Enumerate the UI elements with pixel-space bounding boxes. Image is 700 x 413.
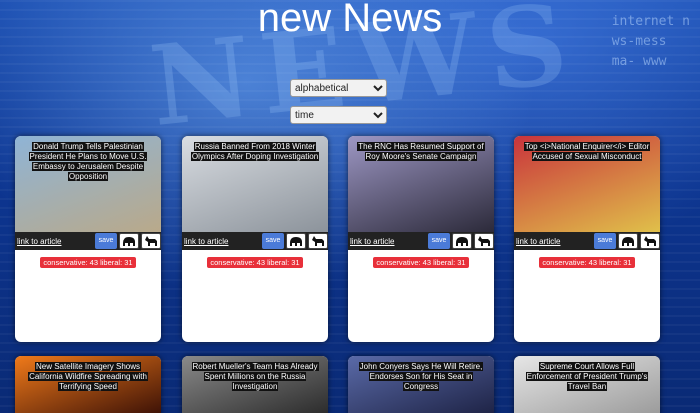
article-headline[interactable]: Russia Banned From 2018 Winter Olympics … bbox=[186, 142, 324, 162]
time-select[interactable]: time bbox=[290, 106, 387, 124]
article-headline[interactable]: Robert Mueller's Team Has Already Spent … bbox=[186, 362, 324, 392]
article-headline[interactable]: The RNC Has Resumed Support of Roy Moore… bbox=[352, 142, 490, 162]
article-thumbnail[interactable]: Robert Mueller's Team Has Already Spent … bbox=[182, 356, 328, 413]
article-link[interactable]: link to article bbox=[350, 237, 426, 246]
article-headline[interactable]: John Conyers Says He Will Retire, Endors… bbox=[352, 362, 490, 392]
article-actions: link to article save bbox=[15, 232, 161, 250]
article-headline[interactable]: Supreme Court Allows Full Enforcement of… bbox=[518, 362, 656, 392]
article-thumbnail[interactable]: Top <i>National Enquirer</i> Editor Accu… bbox=[514, 136, 660, 232]
elephant-icon[interactable] bbox=[452, 233, 472, 249]
article-link[interactable]: link to article bbox=[184, 237, 260, 246]
article-card: Top <i>National Enquirer</i> Editor Accu… bbox=[514, 136, 660, 342]
filter-controls: alphabetical time bbox=[290, 79, 387, 133]
donkey-icon[interactable] bbox=[474, 233, 494, 249]
article-thumbnail[interactable]: The RNC Has Resumed Support of Roy Moore… bbox=[348, 136, 494, 232]
save-button[interactable]: save bbox=[428, 233, 450, 249]
bias-score-badge: conservative: 43 liberal: 31 bbox=[373, 257, 469, 268]
article-thumbnail[interactable]: Donald Trump Tells Palestinian President… bbox=[15, 136, 161, 232]
article-card: Supreme Court Allows Full Enforcement of… bbox=[514, 356, 660, 413]
donkey-icon[interactable] bbox=[308, 233, 328, 249]
bias-score: conservative: 43 liberal: 31 bbox=[514, 250, 660, 270]
donkey-icon[interactable] bbox=[141, 233, 161, 249]
bias-score-badge: conservative: 43 liberal: 31 bbox=[207, 257, 303, 268]
article-actions: link to article save bbox=[514, 232, 660, 250]
donkey-icon[interactable] bbox=[640, 233, 660, 249]
sort-select[interactable]: alphabetical bbox=[290, 79, 387, 97]
ticker-line: ma- www bbox=[611, 54, 667, 69]
article-card: The RNC Has Resumed Support of Roy Moore… bbox=[348, 136, 494, 342]
article-thumbnail[interactable]: John Conyers Says He Will Retire, Endors… bbox=[348, 356, 494, 413]
article-card: Donald Trump Tells Palestinian President… bbox=[15, 136, 161, 342]
article-thumbnail[interactable]: New Satellite Imagery Shows California W… bbox=[15, 356, 161, 413]
page-title: new News bbox=[257, 0, 443, 40]
save-button[interactable]: save bbox=[594, 233, 616, 249]
article-card: Robert Mueller's Team Has Already Spent … bbox=[182, 356, 328, 413]
bias-score-badge: conservative: 43 liberal: 31 bbox=[539, 257, 635, 268]
save-button[interactable]: save bbox=[262, 233, 284, 249]
article-card: John Conyers Says He Will Retire, Endors… bbox=[348, 356, 494, 413]
article-link[interactable]: link to article bbox=[516, 237, 592, 246]
article-headline[interactable]: Top <i>National Enquirer</i> Editor Accu… bbox=[518, 142, 656, 162]
article-headline[interactable]: Donald Trump Tells Palestinian President… bbox=[19, 142, 157, 182]
elephant-icon[interactable] bbox=[286, 233, 306, 249]
article-actions: link to article save bbox=[348, 232, 494, 250]
save-button[interactable]: save bbox=[95, 233, 117, 249]
article-thumbnail[interactable]: Russia Banned From 2018 Winter Olympics … bbox=[182, 136, 328, 232]
bias-score: conservative: 43 liberal: 31 bbox=[15, 250, 161, 270]
article-card: Russia Banned From 2018 Winter Olympics … bbox=[182, 136, 328, 342]
article-actions: link to article save bbox=[182, 232, 328, 250]
bias-score: conservative: 43 liberal: 31 bbox=[182, 250, 328, 270]
article-link[interactable]: link to article bbox=[17, 237, 93, 246]
article-thumbnail[interactable]: Supreme Court Allows Full Enforcement of… bbox=[514, 356, 660, 413]
elephant-icon[interactable] bbox=[618, 233, 638, 249]
article-card: New Satellite Imagery Shows California W… bbox=[15, 356, 161, 413]
elephant-icon[interactable] bbox=[119, 233, 139, 249]
bias-score: conservative: 43 liberal: 31 bbox=[348, 250, 494, 270]
article-headline[interactable]: New Satellite Imagery Shows California W… bbox=[19, 362, 157, 392]
bias-score-badge: conservative: 43 liberal: 31 bbox=[40, 257, 136, 268]
